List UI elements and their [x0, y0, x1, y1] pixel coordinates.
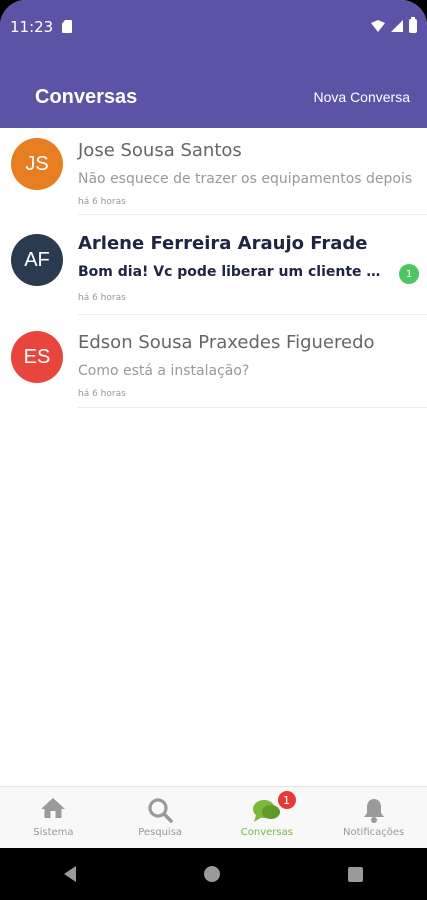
- signal-icon: [391, 20, 403, 32]
- status-time: 11:23: [10, 18, 54, 36]
- contact-name: Arlene Ferreira Araujo Frade: [78, 233, 368, 254]
- avatar: ES: [11, 331, 63, 383]
- nav-label: Conversas: [240, 827, 293, 838]
- avatar: AF: [11, 234, 63, 286]
- screen: 11:23 Conversas Nova Conversa JS Jose So…: [0, 0, 427, 900]
- message-time: há 6 horas: [78, 197, 126, 207]
- divider: [78, 407, 427, 408]
- contact-name: Edson Sousa Praxedes Figueredo: [78, 332, 375, 353]
- nav-notificacoes[interactable]: Notificações: [320, 787, 427, 848]
- nav-label: Pesquisa: [138, 827, 183, 838]
- conversation-item[interactable]: ES Edson Sousa Praxedes Figueredo Como e…: [0, 320, 427, 416]
- message-time: há 6 horas: [78, 389, 126, 399]
- home-icon: [41, 798, 66, 818]
- nav-conversas[interactable]: 1 Conversas: [214, 787, 321, 848]
- avatar: JS: [11, 138, 63, 190]
- app-header: 11:23 Conversas Nova Conversa: [0, 0, 427, 128]
- nav-label: Notificações: [343, 827, 405, 838]
- message-preview: Bom dia! Vc pode liberar um cliente pra …: [78, 264, 388, 280]
- recents-icon[interactable]: [348, 866, 363, 882]
- message-time: há 6 horas: [78, 293, 126, 303]
- divider: [78, 314, 427, 315]
- system-nav-bar: [0, 848, 427, 900]
- conversation-item[interactable]: AF Arlene Ferreira Araujo Frade Bom dia!…: [0, 224, 427, 320]
- message-preview: Como está a instalação?: [78, 363, 250, 379]
- conversations-badge: 1: [277, 791, 296, 809]
- battery-icon: [409, 17, 417, 33]
- home-circle-icon[interactable]: [204, 866, 220, 882]
- unread-badge: 1: [399, 264, 419, 284]
- bell-icon: [363, 799, 384, 823]
- back-icon[interactable]: [64, 866, 76, 882]
- nav-sistema[interactable]: Sistema: [0, 787, 107, 848]
- conversation-list: JS Jose Sousa Santos Não esquece de traz…: [0, 128, 427, 416]
- search-icon: [148, 798, 173, 823]
- page-title: Conversas: [35, 86, 138, 108]
- sd-card-icon: [62, 20, 72, 33]
- bottom-nav: Sistema Pesquisa 1 Conversas Notificaçõe…: [0, 786, 427, 848]
- conversation-item[interactable]: JS Jose Sousa Santos Não esquece de traz…: [0, 128, 427, 224]
- divider: [78, 214, 427, 215]
- contact-name: Jose Sousa Santos: [78, 140, 242, 161]
- message-preview: Não esquece de trazer os equipamentos de…: [78, 171, 413, 187]
- nav-pesquisa[interactable]: Pesquisa: [107, 787, 214, 848]
- status-icons: [371, 17, 417, 33]
- wifi-icon: [371, 20, 385, 32]
- nav-label: Sistema: [33, 827, 74, 838]
- new-conversation-button[interactable]: Nova Conversa: [314, 89, 411, 105]
